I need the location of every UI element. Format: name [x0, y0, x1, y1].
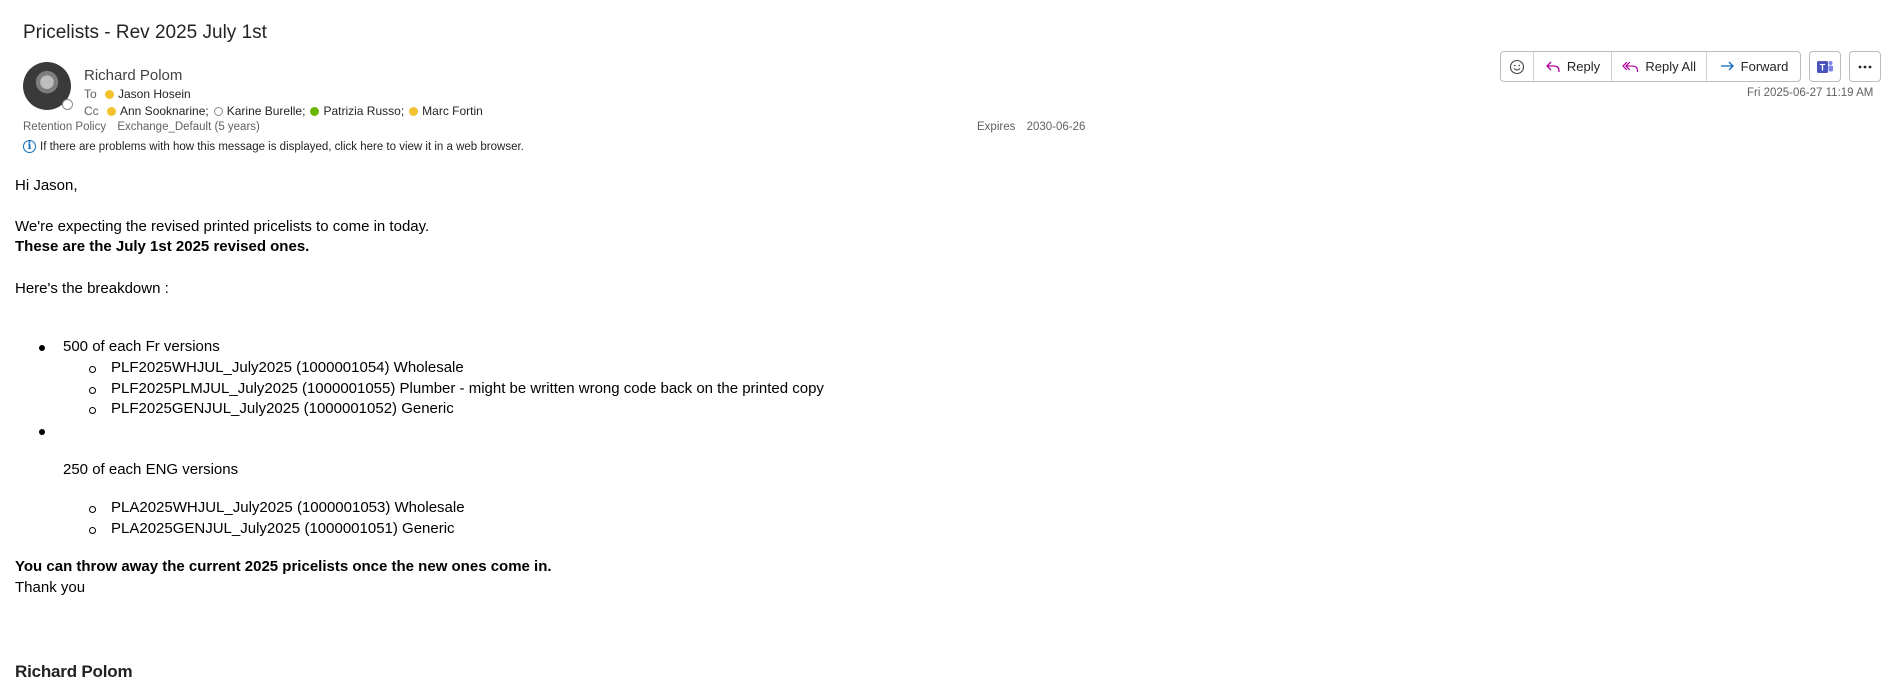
- reply-label: Reply: [1566, 59, 1601, 74]
- emoji-reaction-button[interactable]: [1501, 52, 1534, 81]
- presence-away-icon: [107, 106, 116, 116]
- retention-value: Exchange_Default (5 years): [117, 121, 260, 133]
- to-line: To Jason Hosein: [84, 87, 191, 101]
- reply-all-icon: [1622, 61, 1639, 72]
- more-options-button[interactable]: [1849, 51, 1881, 82]
- email-subject: Pricelists - Rev 2025 July 1st: [23, 22, 267, 43]
- teams-icon: T: [1817, 60, 1833, 73]
- recipient-cc[interactable]: Ann Sooknarine;: [120, 104, 209, 118]
- to-label: To: [84, 87, 97, 101]
- forward-label: Forward: [1740, 59, 1789, 74]
- cc-line: Cc Ann Sooknarine; Karine Burelle; Patri…: [84, 104, 483, 118]
- body-line-bold: These are the July 1st 2025 revised ones…: [15, 238, 310, 255]
- presence-away-icon: [105, 89, 114, 99]
- greeting: Hi Jason,: [15, 177, 78, 194]
- list-item: PLF2025PLMJUL_July2025 (1000001055) Plum…: [89, 380, 824, 397]
- body-line: Thank you: [15, 579, 86, 596]
- signature-name: Richard Polom: [15, 662, 133, 681]
- teams-button[interactable]: T: [1809, 51, 1841, 82]
- recipient-cc[interactable]: Patrizia Russo;: [323, 104, 404, 118]
- presence-away-icon: [409, 106, 419, 116]
- info-icon: i: [23, 140, 36, 153]
- list-item: PLF2025WHJUL_July2025 (1000001054) Whole…: [89, 359, 464, 376]
- message-date: Fri 2025-06-27 11:19 AM: [1747, 87, 1874, 99]
- svg-text:T: T: [1820, 62, 1826, 72]
- list-item: PLA2025GENJUL_July2025 (1000001051) Gene…: [89, 520, 455, 537]
- reply-button[interactable]: Reply: [1534, 52, 1612, 81]
- recipient-cc[interactable]: Marc Fortin: [422, 104, 483, 118]
- forward-button[interactable]: Forward: [1707, 52, 1800, 81]
- list-item: PLF2025GENJUL_July2025 (1000001052) Gene…: [89, 400, 454, 417]
- reply-all-label: Reply All: [1645, 59, 1696, 74]
- presence-available-icon: [310, 106, 320, 116]
- list-item: 500 of each Fr versions: [39, 338, 220, 355]
- cc-label: Cc: [84, 104, 99, 118]
- retention-policy: Retention Policy Exchange_Default (5 yea…: [23, 121, 260, 133]
- recipient-to[interactable]: Jason Hosein: [118, 87, 191, 101]
- info-banner[interactable]: i If there are problems with how this me…: [23, 140, 524, 153]
- reply-all-button[interactable]: Reply All: [1612, 52, 1707, 81]
- reply-button-group: Reply Reply All Forward: [1500, 51, 1801, 82]
- smiley-icon: [1509, 59, 1525, 74]
- list-item: 250 of each ENG versions: [63, 461, 239, 478]
- expires-label: Expires: [977, 121, 1016, 133]
- recipient-cc[interactable]: Karine Burelle;: [227, 104, 306, 118]
- body-line-bold: You can throw away the current 2025 pric…: [15, 558, 552, 575]
- body-line: We're expecting the revised printed pric…: [15, 218, 430, 235]
- expires-value: 2030-06-26: [1026, 121, 1086, 133]
- retention-label: Retention Policy: [23, 121, 107, 133]
- sender-name[interactable]: Richard Polom: [84, 67, 182, 84]
- expires: Expires 2030-06-26: [977, 121, 1085, 133]
- list-item: PLA2025WHJUL_July2025 (1000001053) Whole…: [89, 499, 465, 516]
- sender-avatar[interactable]: [23, 62, 73, 110]
- message-toolbar: Reply Reply All Forward T: [1500, 51, 1881, 82]
- body-line: Here's the breakdown :: [15, 280, 169, 297]
- reply-icon: [1545, 61, 1560, 72]
- forward-icon: [1720, 61, 1734, 70]
- presence-offline-icon: [213, 106, 223, 116]
- presence-offline-icon: [62, 99, 73, 110]
- more-icon: [1858, 65, 1872, 68]
- info-banner-text[interactable]: If there are problems with how this mess…: [40, 141, 524, 153]
